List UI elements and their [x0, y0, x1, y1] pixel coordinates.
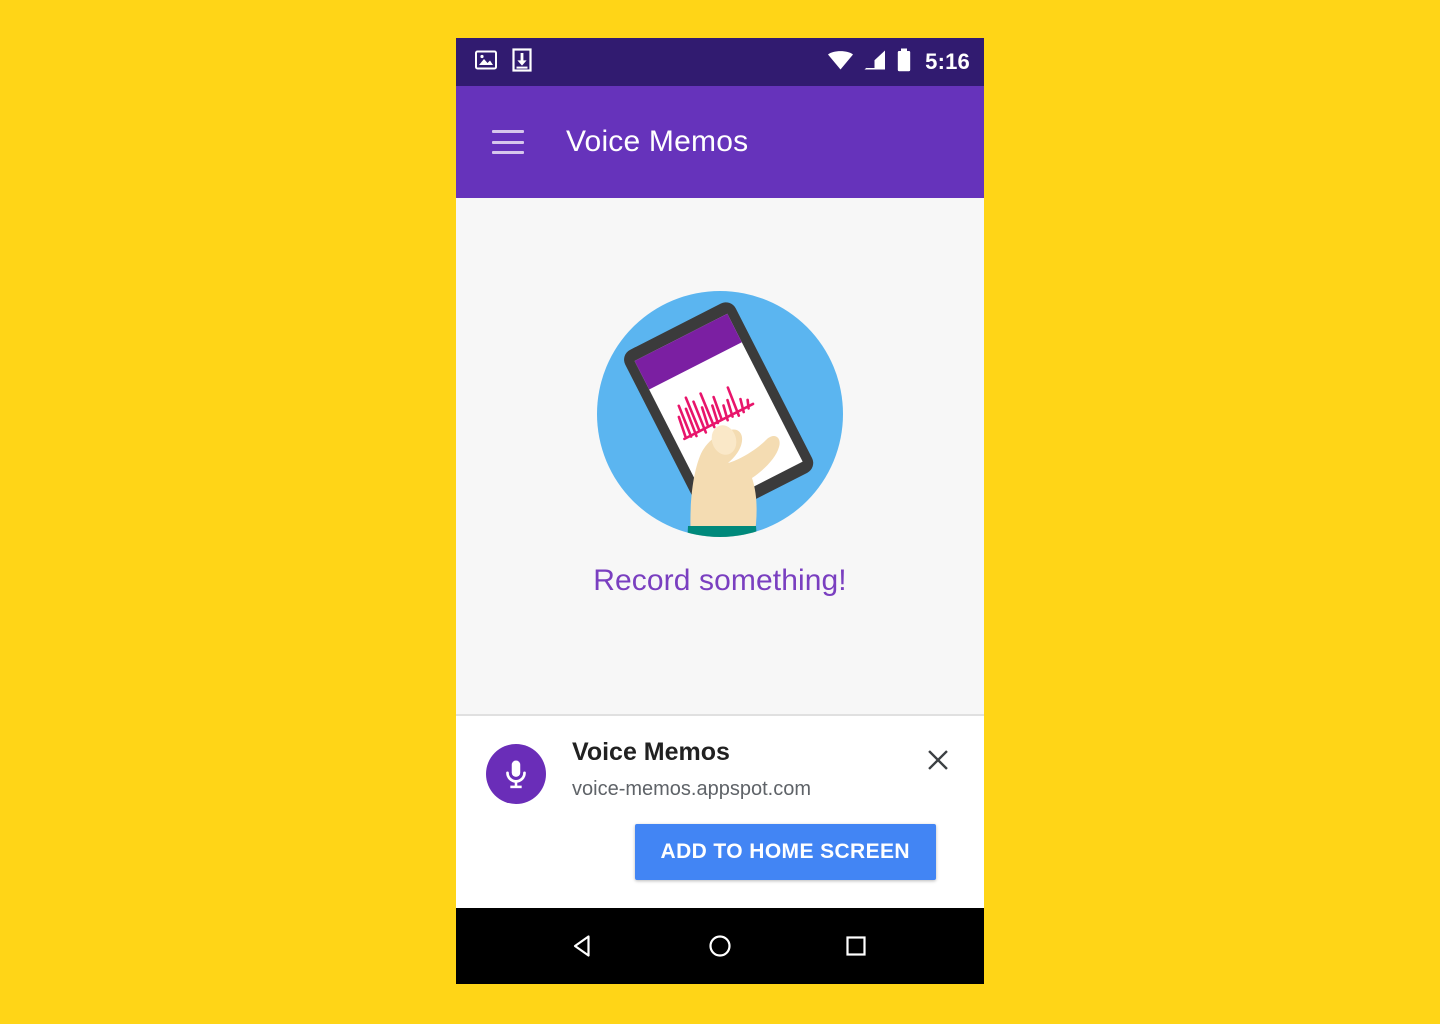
- back-button[interactable]: [556, 918, 612, 974]
- banner-app-url: voice-memos.appspot.com: [572, 777, 811, 800]
- banner-header: Voice Memos voice-memos.appspot.com: [486, 738, 958, 804]
- hand-holding-phone-illustration: [597, 291, 843, 537]
- app-bar: Voice Memos: [456, 86, 984, 198]
- page-title: Voice Memos: [566, 125, 749, 158]
- circle-home-icon: [709, 935, 731, 957]
- home-button[interactable]: [692, 918, 748, 974]
- square-recents-icon: [846, 936, 866, 956]
- wifi-icon: [827, 49, 854, 76]
- status-bar-time: 5:16: [925, 49, 970, 74]
- close-icon[interactable]: [918, 740, 958, 780]
- triangle-back-icon: [573, 935, 590, 957]
- cellular-signal-icon: [863, 49, 887, 76]
- banner-app-name: Voice Memos: [572, 738, 730, 766]
- status-bar-left-icons: [474, 47, 532, 77]
- recents-button[interactable]: [828, 918, 884, 974]
- banner-app-info: Voice Memos voice-memos.appspot.com: [572, 738, 918, 801]
- download-icon: [512, 47, 532, 77]
- phone-screenshot: 5:16 Voice Memos Record something! Voice…: [456, 38, 984, 984]
- battery-icon: [896, 48, 912, 77]
- empty-state-content: Record something!: [456, 198, 984, 716]
- status-bar: 5:16: [456, 38, 984, 86]
- hamburger-menu-icon[interactable]: [492, 130, 524, 154]
- add-to-home-screen-banner: Voice Memos voice-memos.appspot.com ADD …: [456, 716, 984, 908]
- empty-state-message: Record something!: [593, 564, 847, 597]
- status-bar-right-icons: 5:16: [827, 48, 970, 77]
- android-navigation-bar: [456, 908, 984, 984]
- banner-actions: ADD TO HOME SCREEN: [486, 824, 958, 880]
- microphone-icon: [486, 744, 546, 804]
- add-to-home-screen-button[interactable]: ADD TO HOME SCREEN: [634, 824, 936, 880]
- photo-icon: [474, 48, 498, 77]
